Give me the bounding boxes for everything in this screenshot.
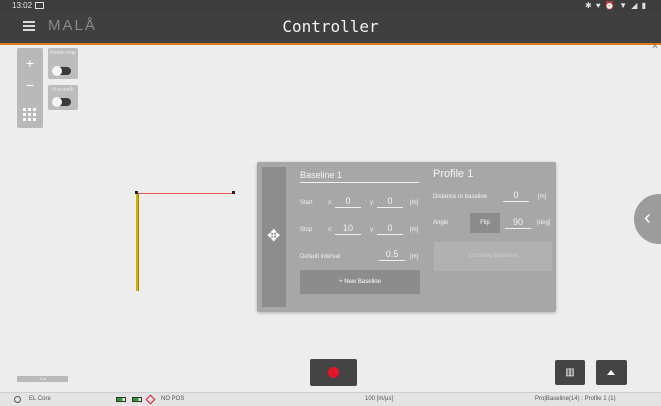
rotate-map-panel: Rotate map bbox=[48, 48, 78, 79]
edge-mark: A bbox=[652, 44, 657, 50]
new-baseline-button[interactable]: + New Baseline bbox=[300, 270, 420, 294]
start-y-label: y: bbox=[370, 200, 375, 206]
app-bar: MALÅ Controller bbox=[0, 11, 661, 45]
crossing-baseline-button[interactable]: Crossing Baseline bbox=[434, 242, 552, 271]
speed-readout: 100 [m/µs] bbox=[365, 396, 394, 402]
distance-unit: [m] bbox=[538, 194, 547, 200]
zoom-out-button[interactable]: − bbox=[17, 72, 43, 98]
device-connection-icon bbox=[14, 396, 21, 403]
project-info: Pro|Baseline(14) : Profile 1 (1) bbox=[535, 396, 616, 402]
page-title: Controller bbox=[282, 17, 379, 36]
stop-unit: [m] bbox=[410, 227, 419, 233]
battery-icon-2 bbox=[132, 397, 142, 402]
profile-title: Profile 1 bbox=[433, 168, 474, 180]
angle-input[interactable]: 90 bbox=[505, 217, 531, 229]
stop-y-label: y: bbox=[370, 227, 375, 233]
side-panel-handle[interactable]: ‹ bbox=[634, 194, 661, 244]
baseline-dialog: ✥ Baseline 1 Start x: 0 y: 0 [m] Stop x:… bbox=[257, 162, 556, 312]
expand-up-button[interactable] bbox=[596, 360, 627, 385]
baseline-y-line bbox=[136, 194, 138, 291]
distance-label: Distance to baseline bbox=[433, 194, 488, 200]
record-button[interactable] bbox=[310, 359, 357, 386]
status-time: 13:02 bbox=[12, 0, 45, 11]
dialog-drag-handle[interactable]: ✥ bbox=[262, 167, 286, 307]
start-x-input[interactable]: 0 bbox=[335, 196, 361, 208]
angle-label: Angle bbox=[433, 220, 449, 226]
chevron-left-icon: ‹ bbox=[644, 207, 651, 229]
grid-toggle-button[interactable] bbox=[18, 102, 42, 126]
n-is-north-switch[interactable] bbox=[52, 97, 71, 107]
bottom-status-bar: EL Core NO POS 100 [m/µs] Pro|Baseline(1… bbox=[0, 392, 661, 406]
rotate-map-label: Rotate map bbox=[50, 50, 76, 56]
chevron-up-icon bbox=[607, 370, 615, 375]
zoom-out-wrap: − bbox=[17, 72, 43, 100]
baseline-name-input[interactable]: Baseline 1 bbox=[300, 170, 419, 183]
rotate-map-switch[interactable] bbox=[52, 66, 71, 76]
stop-x-label: x: bbox=[328, 227, 333, 233]
status-bar: 13:02 ✱ ♥ ⏰ ▼ ◢ ▮ bbox=[0, 0, 661, 11]
record-icon bbox=[328, 367, 339, 378]
stop-y-input[interactable]: 0 bbox=[377, 223, 403, 235]
baseline-x-line bbox=[137, 193, 234, 194]
baseline-start-point[interactable] bbox=[135, 191, 138, 194]
stop-label: Stop bbox=[300, 227, 313, 233]
start-x-label: x: bbox=[328, 200, 333, 206]
default-interval-label: Default interval bbox=[300, 254, 341, 260]
north-panel: N is north bbox=[48, 85, 78, 110]
device-name: EL Core bbox=[29, 396, 51, 402]
map-scale-bar: 1 m bbox=[17, 376, 68, 382]
map-icon: ▥ bbox=[565, 367, 575, 378]
pos-status: NO POS bbox=[161, 396, 185, 402]
interval-unit: [m] bbox=[410, 254, 419, 260]
system-icons: ✱ ♥ ⏰ ▼ ◢ ▮ bbox=[585, 1, 647, 10]
start-label: Start bbox=[300, 200, 313, 206]
flip-button[interactable]: Flip bbox=[470, 213, 500, 233]
grid-icon bbox=[23, 107, 37, 121]
position-icon bbox=[145, 394, 156, 405]
map-view-button[interactable]: ▥ bbox=[555, 360, 585, 385]
start-y-input[interactable]: 0 bbox=[377, 196, 403, 208]
baseline-stop-point[interactable] bbox=[232, 191, 235, 194]
n-is-north-label: N is north bbox=[52, 87, 74, 93]
move-icon: ✥ bbox=[267, 228, 281, 245]
battery-icon-1 bbox=[116, 397, 126, 402]
default-interval-input[interactable]: 0.5 bbox=[379, 249, 405, 261]
screenshot-icon bbox=[35, 2, 45, 10]
angle-unit: [deg] bbox=[537, 220, 551, 226]
start-unit: [m] bbox=[410, 200, 419, 206]
distance-input[interactable]: 0 bbox=[503, 190, 529, 202]
stop-x-input[interactable]: 10 bbox=[335, 223, 361, 235]
